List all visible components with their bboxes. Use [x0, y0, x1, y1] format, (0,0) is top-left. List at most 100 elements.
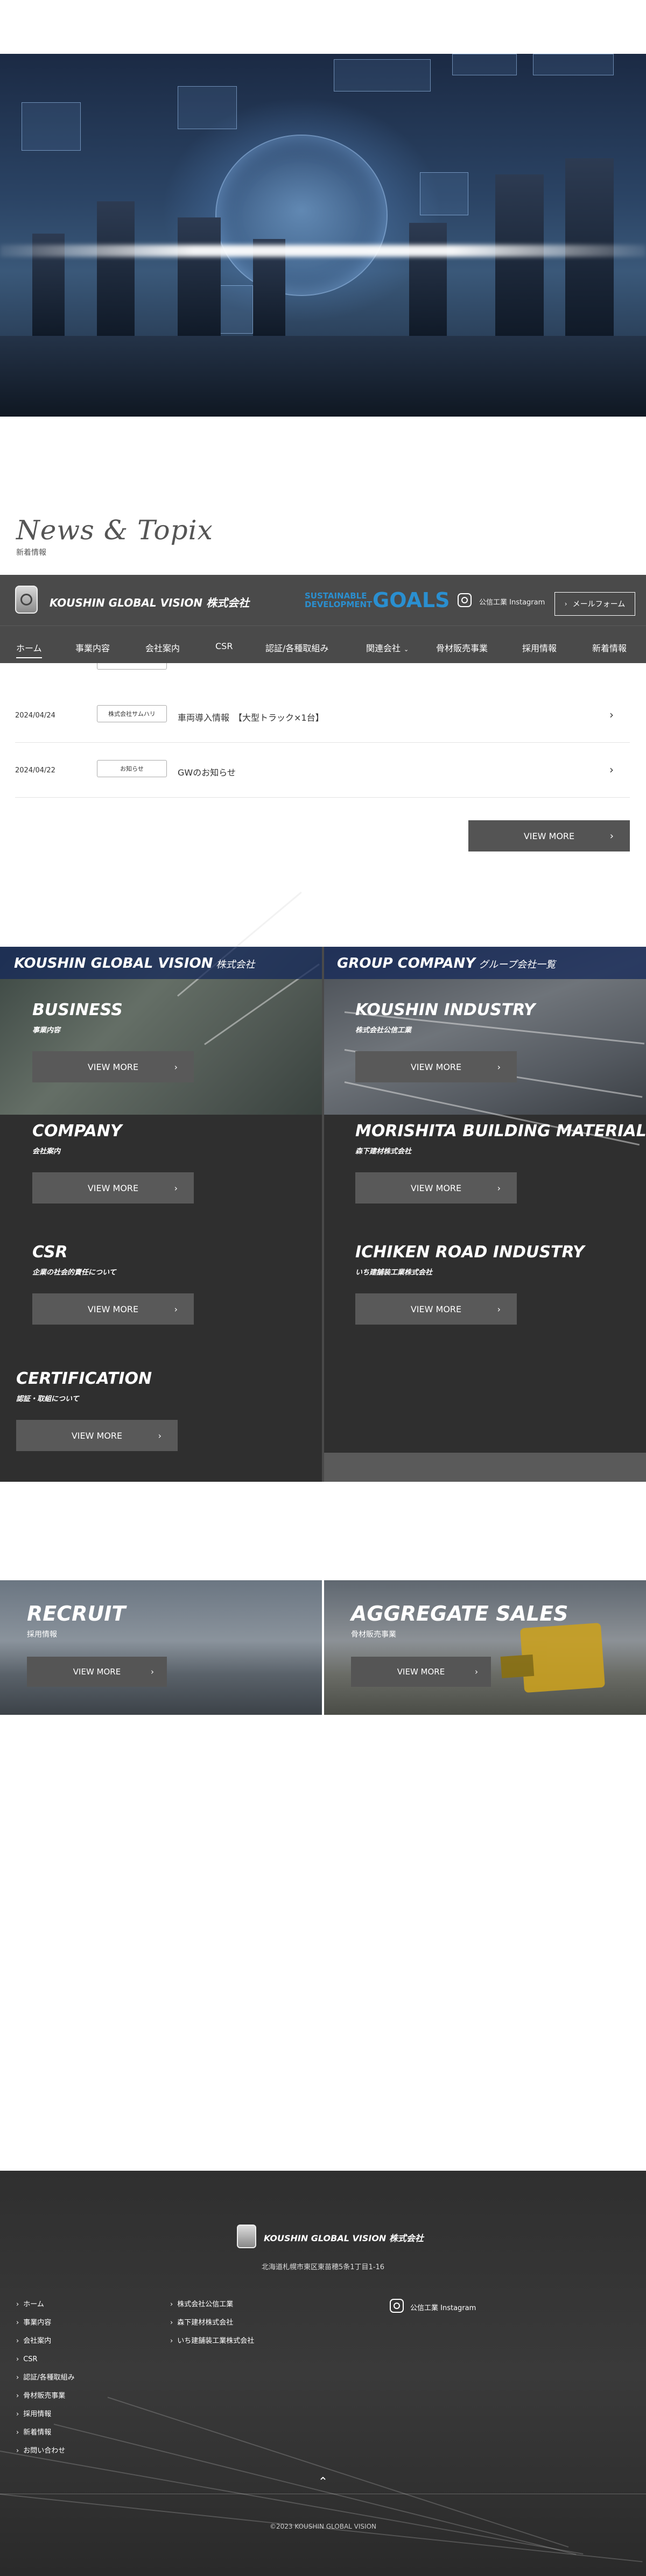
business-heading-text: KOUSHIN GLOBAL VISION	[14, 955, 213, 972]
footer-link-certification[interactable]: 認証/各種取組み	[16, 2369, 74, 2387]
company-logo-icon[interactable]	[15, 586, 38, 614]
view-more-label: VIEW MORE	[87, 1304, 139, 1314]
site-header: KOUSHIN GLOBAL VISION 株式会社 SUSTAINABLE D…	[0, 575, 646, 625]
view-more-label: VIEW MORE	[410, 1304, 462, 1314]
view-more-label: VIEW MORE	[523, 830, 575, 841]
instagram-icon[interactable]	[458, 593, 472, 607]
footer-link-contact[interactable]: お問い合わせ	[16, 2442, 75, 2460]
certification-subtitle: 認証・取組について	[16, 1395, 79, 1403]
footer-link-home[interactable]: ホーム	[16, 2296, 75, 2314]
instagram-icon[interactable]	[390, 2299, 404, 2313]
hero-data-panel	[178, 86, 237, 129]
chevron-right-icon: ›	[609, 763, 614, 776]
business-view-more-button[interactable]: VIEW MORE ›	[32, 1051, 194, 1082]
koushin-industry-subtitle: 株式会社公信工業	[355, 1026, 412, 1034]
footer-address: 北海道札幌市東区東苗穂5条1丁目1-16	[261, 2263, 385, 2271]
csr-view-more-button[interactable]: VIEW MORE ›	[32, 1293, 194, 1325]
hero-data-panel	[533, 54, 614, 75]
nav-item-home[interactable]: ホーム	[16, 641, 42, 658]
nav-item-recruit[interactable]: 採用情報	[522, 641, 557, 654]
main-nav: ホーム 事業内容 会社案内 CSR 認証/各種取組み 関連会社 ⌄ 骨材販売事業 …	[0, 625, 646, 663]
group-heading-text: GROUP COMPANY	[337, 955, 476, 972]
sdgs-goals: GOALS	[373, 588, 450, 612]
site-footer: KOUSHIN GLOBAL VISION 株式会社 北海道札幌市東区東苗穂5条…	[0, 2171, 646, 2576]
morishita-view-more-button[interactable]: VIEW MORE ›	[355, 1172, 517, 1203]
back-to-top-icon[interactable]: ⌃	[315, 2475, 331, 2490]
recruit-view-more-button[interactable]: VIEW MORE ›	[27, 1657, 167, 1687]
news-category-tag: 株式会社サムハリ	[97, 705, 167, 722]
chevron-right-icon: ›	[609, 830, 614, 842]
hero-globe	[215, 135, 388, 296]
certification-view-more-button[interactable]: VIEW MORE ›	[16, 1420, 178, 1451]
hero-building	[97, 201, 135, 336]
news-date: 2024/04/24	[15, 712, 55, 720]
news-row[interactable]: 2024/04/22 お知らせ GWのお知らせ ›	[15, 744, 630, 798]
news-view-more-button[interactable]: VIEW MORE ›	[468, 820, 630, 851]
view-more-label: VIEW MORE	[87, 1183, 139, 1193]
footer-links-main: ホーム 事業内容 会社案内 CSR 認証/各種取組み 骨材販売事業 採用情報 新…	[16, 2296, 75, 2460]
business-heading-suffix: 株式会社	[216, 959, 255, 970]
footer-link-koushin-industry[interactable]: 株式会社公信工業	[170, 2296, 254, 2314]
instagram-link[interactable]: 公信工業 Instagram	[479, 596, 545, 607]
nav-item-aggregate[interactable]: 骨材販売事業	[436, 641, 488, 654]
koushin-industry-view-more-button[interactable]: VIEW MORE ›	[355, 1051, 517, 1082]
ichiken-view-more-button[interactable]: VIEW MORE ›	[355, 1293, 517, 1325]
footer-link-ichiken[interactable]: いち建舗装工業株式会社	[170, 2332, 254, 2350]
business-title: BUSINESS	[32, 1001, 123, 1019]
morishita-title: MORISHITA BUILDING MATERIALS	[355, 1122, 646, 1141]
mail-form-label: メールフォーム	[572, 600, 626, 609]
nav-item-business[interactable]: 事業内容	[75, 641, 110, 654]
hero-image	[0, 54, 646, 417]
recruit-title: RECRUIT	[27, 1602, 126, 1625]
chevron-right-icon: ›	[497, 1304, 501, 1314]
view-more-label: VIEW MORE	[71, 1430, 123, 1441]
section-divider	[322, 947, 324, 1482]
group-section-heading: GROUP COMPANY グループ会社一覧	[337, 955, 556, 972]
nav-item-news[interactable]: 新着情報	[592, 641, 627, 654]
header-brand[interactable]: KOUSHIN GLOBAL VISION 株式会社	[50, 594, 249, 610]
nav-item-csr[interactable]: CSR	[215, 641, 233, 651]
footer-link-news[interactable]: 新着情報	[16, 2424, 75, 2442]
chevron-right-icon: ›	[497, 1183, 501, 1193]
csr-subtitle: 企業の社会的責任について	[32, 1269, 116, 1277]
footer-links-group: 株式会社公信工業 森下建材株式会社 いち建舗装工業株式会社	[170, 2296, 254, 2350]
chevron-right-icon: ›	[609, 708, 614, 721]
nav-item-group-label: 関連会社	[366, 643, 401, 653]
business-section: KOUSHIN GLOBAL VISION 株式会社 GROUP COMPANY グ…	[0, 891, 646, 1482]
news-row[interactable]: 2024/04/24 株式会社サムハリ 車両導入情報 【大型トラック×1台】 ›	[15, 689, 630, 743]
footer-link-company[interactable]: 会社案内	[16, 2332, 75, 2350]
ichiken-subtitle: いち建舗装工業株式会社	[355, 1269, 433, 1277]
hero-building	[178, 217, 221, 336]
recruit-subtitle: 採用情報	[27, 1630, 57, 1639]
group-bottom-bar	[324, 1453, 646, 1482]
hero-light-flare	[0, 245, 646, 257]
company-title: COMPANY	[32, 1122, 122, 1141]
hero-data-panel	[452, 54, 517, 75]
footer-link-aggregate[interactable]: 骨材販売事業	[16, 2387, 75, 2405]
aggregate-view-more-button[interactable]: VIEW MORE ›	[351, 1657, 491, 1687]
hero-water	[0, 336, 646, 417]
footer-link-business[interactable]: 事業内容	[16, 2314, 75, 2332]
sdgs-logo[interactable]: SUSTAINABLE DEVELOPMENT GOALS	[305, 588, 450, 612]
wheel-loader-image	[519, 1622, 606, 1693]
footer-link-recruit[interactable]: 採用情報	[16, 2405, 75, 2424]
chevron-right-icon: ›	[497, 1061, 501, 1072]
news-category-tag: お知らせ	[97, 760, 167, 777]
footer-link-csr[interactable]: CSR	[16, 2350, 75, 2369]
news-headline[interactable]: 車両導入情報 【大型トラック×1台】	[178, 710, 324, 723]
footer-instagram-link[interactable]: 公信工業 Instagram	[410, 2302, 476, 2312]
hero-data-panel	[420, 172, 468, 215]
nav-item-certification[interactable]: 認証/各種取組み	[265, 641, 328, 654]
recruit-banner[interactable]: RECRUIT 採用情報 VIEW MORE ›	[0, 1580, 322, 1715]
chevron-right-icon: ›	[475, 1667, 478, 1677]
news-subtitle: 新着情報	[16, 548, 46, 557]
nav-item-company[interactable]: 会社案内	[145, 641, 180, 654]
footer-logo-icon[interactable]	[237, 2225, 256, 2248]
company-subtitle: 会社案内	[32, 1148, 61, 1156]
news-headline[interactable]: GWのお知らせ	[178, 765, 236, 778]
footer-link-morishita[interactable]: 森下建材株式会社	[170, 2314, 254, 2332]
footer-brand[interactable]: KOUSHIN GLOBAL VISION 株式会社	[264, 2231, 424, 2244]
nav-item-group[interactable]: 関連会社 ⌄	[366, 641, 409, 654]
mail-form-button[interactable]: › メールフォーム	[554, 592, 635, 616]
company-view-more-button[interactable]: VIEW MORE ›	[32, 1172, 194, 1203]
